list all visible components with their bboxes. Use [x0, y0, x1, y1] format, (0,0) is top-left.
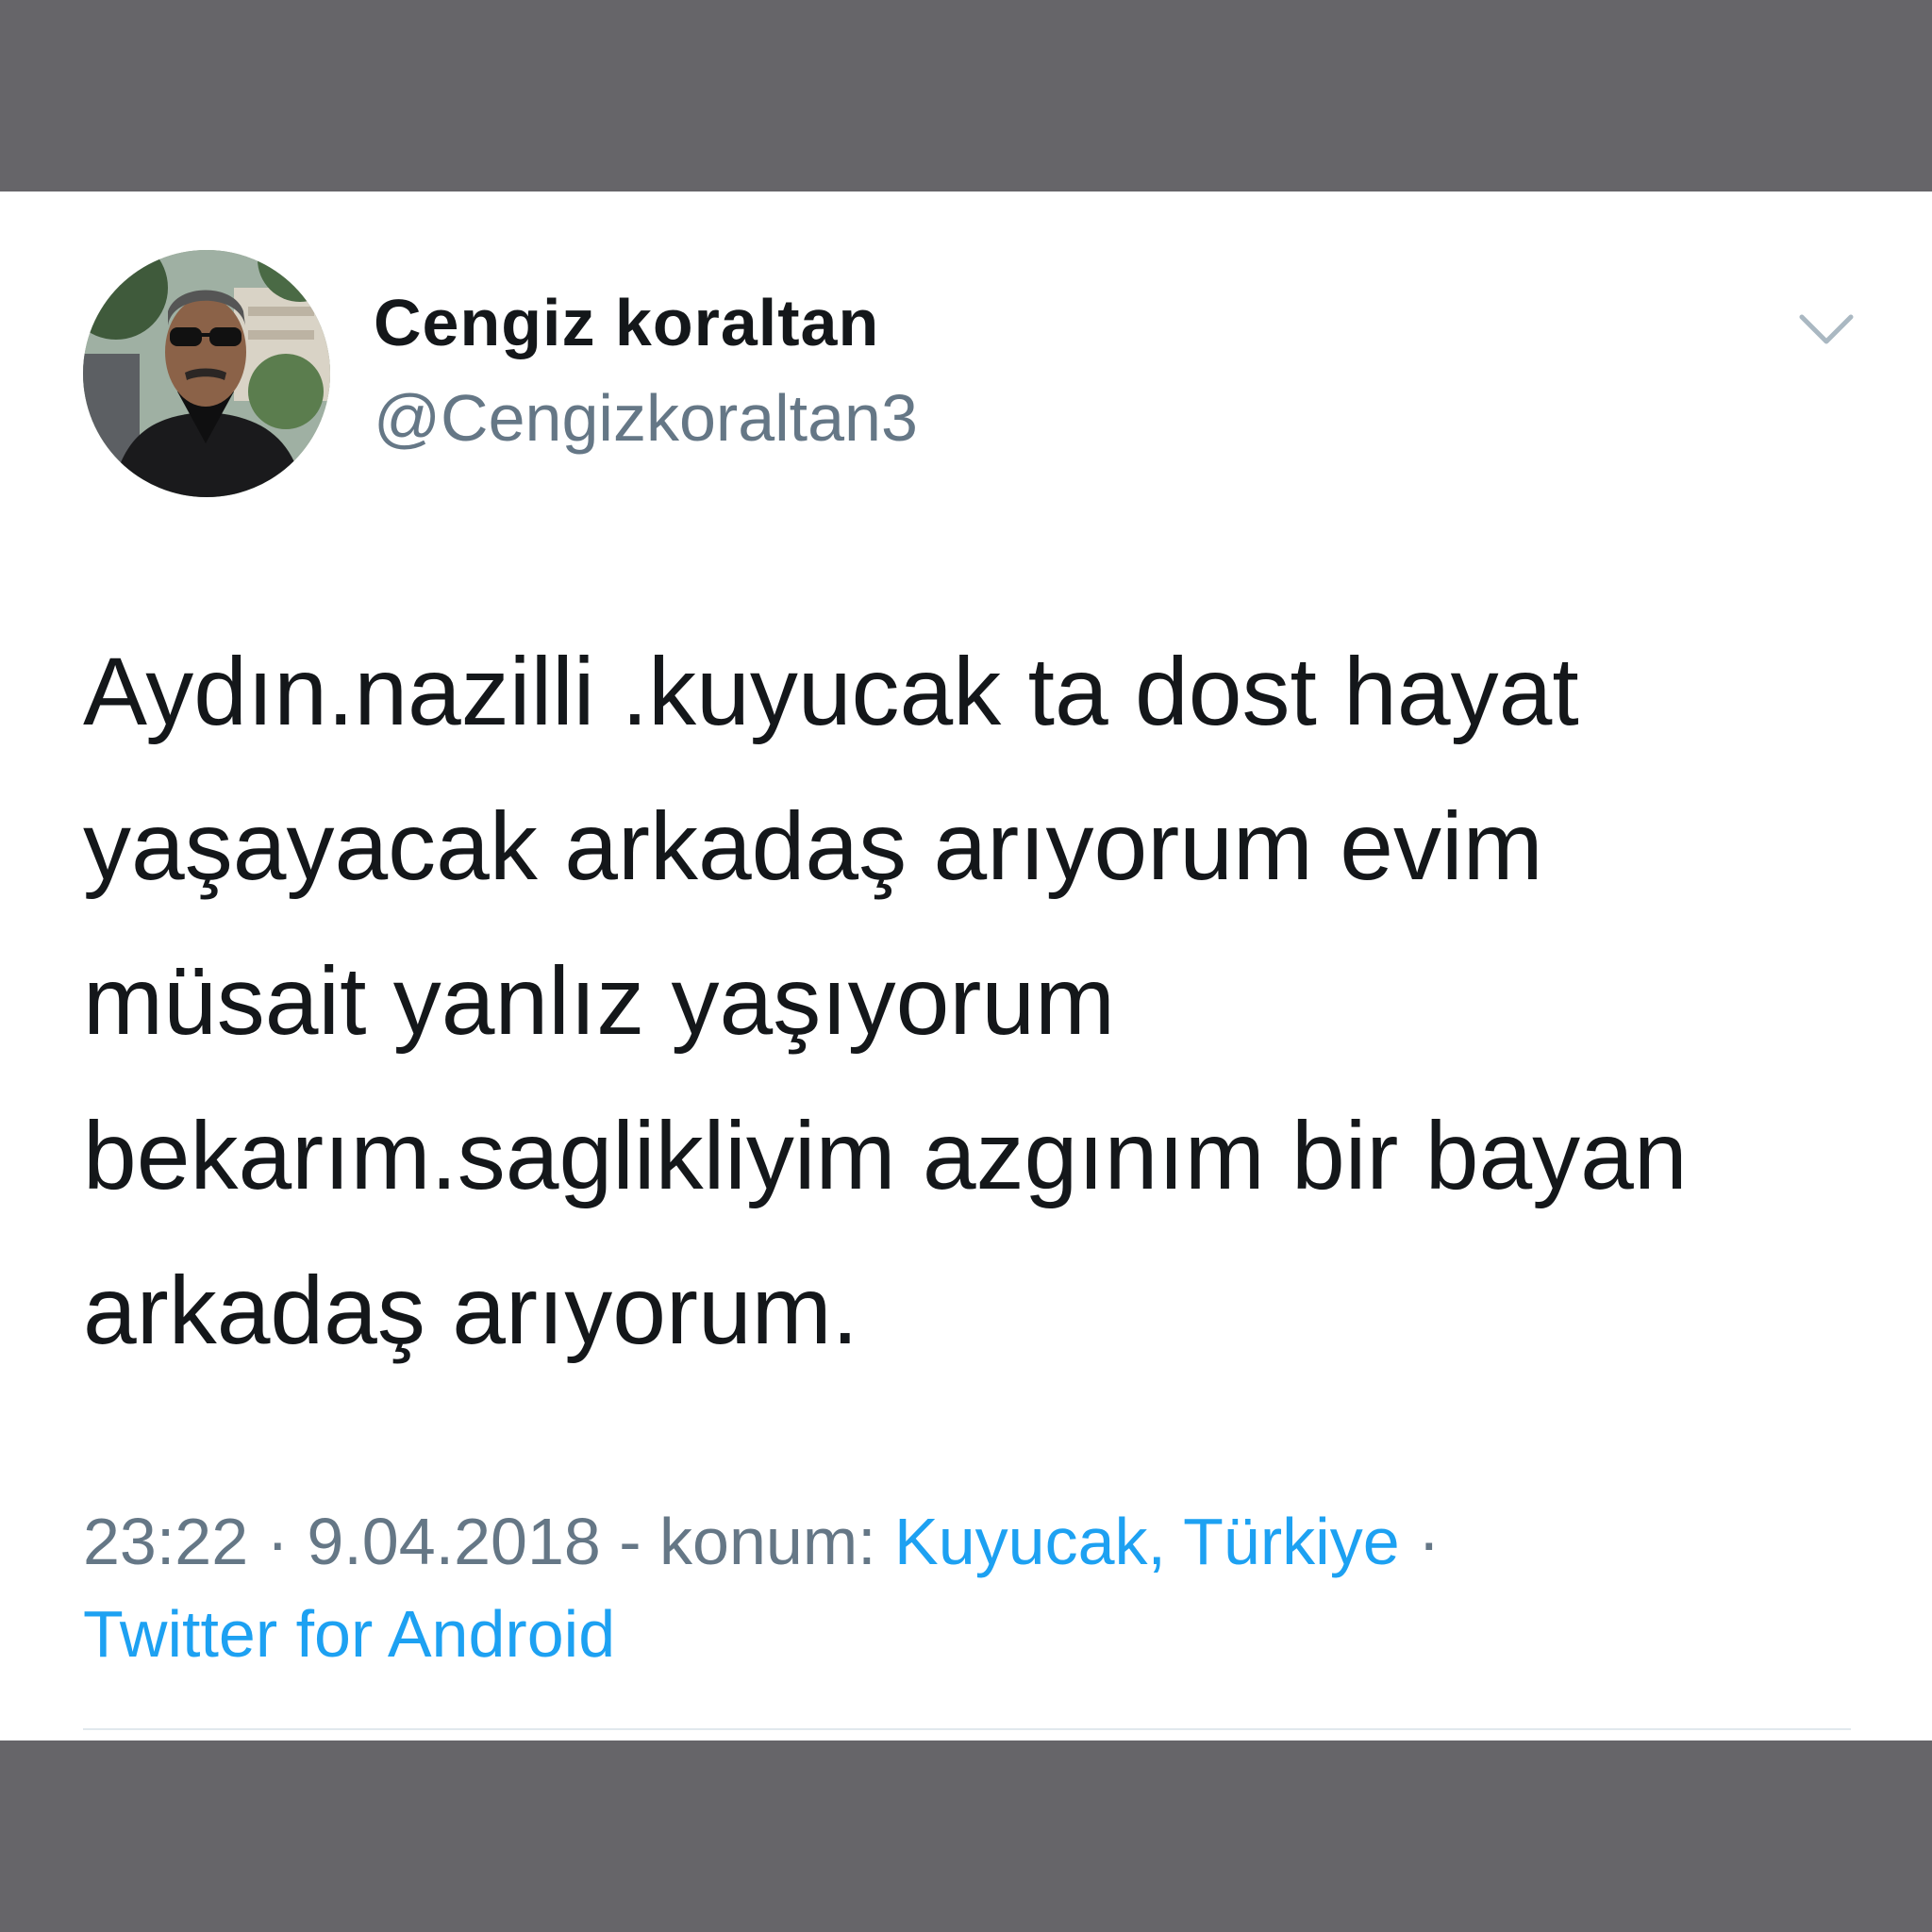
tweet-text-line: yaşayacak arkadaş arıyorum evim — [83, 792, 1543, 900]
avatar[interactable] — [83, 250, 330, 497]
tweet-card: Cengiz koraltan @Cengizkoraltan3 Aydın.n… — [0, 192, 1932, 1740]
location-link[interactable]: Kuyucak, Türkiye — [894, 1505, 1400, 1578]
user-handle[interactable]: @Cengizkoraltan3 — [374, 385, 918, 451]
chevron-down-icon[interactable] — [1796, 309, 1857, 351]
tweet-metadata: 23:22 · 9.04.2018 - konum: Kuyucak, Türk… — [83, 1495, 1857, 1680]
source-link[interactable]: Twitter for Android — [83, 1597, 615, 1671]
tweet-text-line: arkadaş arıyorum. — [83, 1257, 858, 1364]
screenshot-frame: Cengiz koraltan @Cengizkoraltan3 Aydın.n… — [0, 0, 1932, 1932]
metadata-row-1: 23:22 · 9.04.2018 - konum: Kuyucak, Türk… — [83, 1495, 1857, 1588]
divider — [83, 1728, 1851, 1730]
profile-photo — [83, 250, 330, 497]
tweet-text-line: Aydın.nazilli .kuyucak ta dost hayat — [83, 638, 1579, 745]
separator-dot: · — [266, 1505, 289, 1578]
tweet-date: 9.04.2018 — [307, 1505, 601, 1578]
separator-dot: · — [1418, 1505, 1441, 1578]
metadata-row-2: Twitter for Android — [83, 1588, 1857, 1680]
tweet-text-line: bekarım.saglikliyim azgınım bir bayan — [83, 1102, 1688, 1209]
location-prefix: konum: — [659, 1505, 876, 1578]
tweet-time: 23:22 — [83, 1505, 249, 1578]
tweet-text-line: müsait yanlız yaşıyorum — [83, 947, 1116, 1055]
tweet-text: Aydın.nazilli .kuyucak ta dost hayat yaş… — [83, 614, 1857, 1388]
display-name[interactable]: Cengiz koraltan — [374, 290, 879, 356]
separator-dash: - — [619, 1505, 641, 1578]
